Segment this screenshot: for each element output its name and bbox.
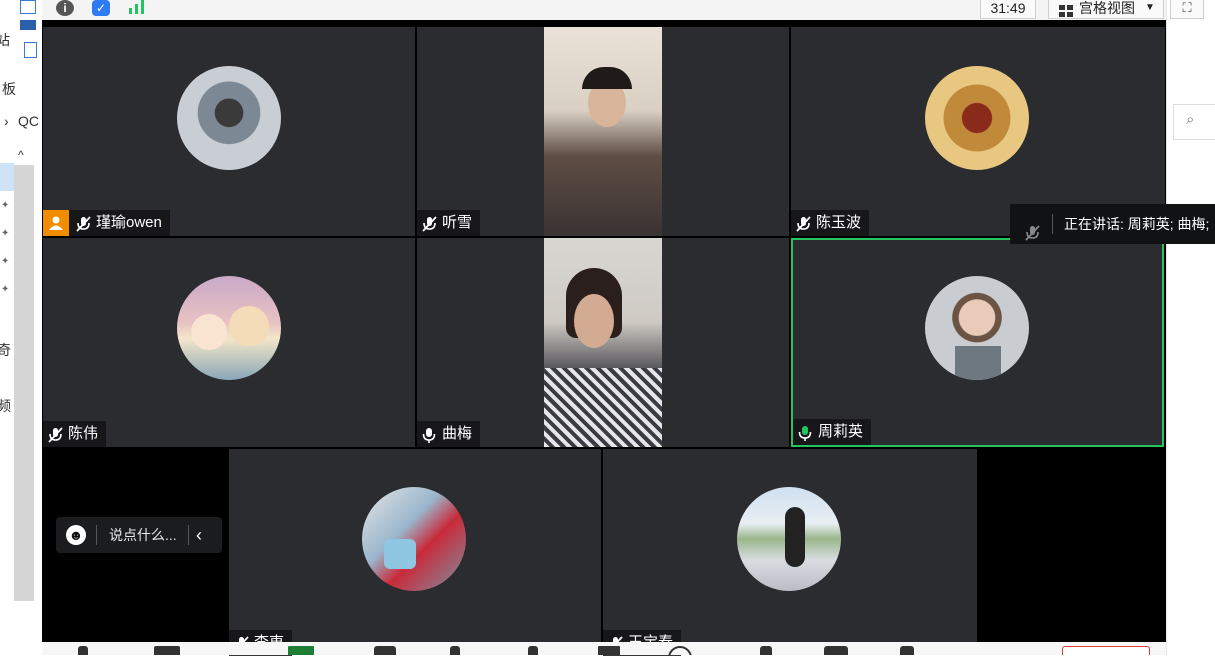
leave-meeting-button[interactable] — [1062, 646, 1150, 655]
participant-avatar — [177, 66, 281, 170]
participant-tile-active-speaker[interactable]: 周莉英 — [791, 238, 1164, 447]
participant-nameplate: 周莉英 — [793, 419, 872, 445]
fullscreen-icon: ⛶ — [1182, 0, 1192, 15]
chevron-down-icon: ▼ — [1145, 2, 1155, 13]
word-icon[interactable] — [20, 20, 36, 30]
security-icon[interactable] — [374, 646, 396, 655]
participant-nameplate: 陈玉波 — [791, 210, 870, 236]
participant-nameplate: 曲梅 — [417, 421, 481, 447]
mic-muted-icon — [795, 215, 811, 232]
bg-text-3: 奇 — [0, 342, 11, 358]
mic-on-icon — [421, 426, 437, 443]
avatar-clothing — [955, 346, 1001, 380]
bg-text-4: 频 — [0, 398, 11, 414]
participant-avatar — [925, 276, 1029, 380]
video-face — [574, 294, 614, 348]
bg-text-1: 站 — [0, 32, 10, 48]
participant-avatar — [177, 276, 281, 380]
signal-strength-icon[interactable] — [128, 0, 146, 14]
avatar-mask — [384, 539, 416, 569]
participant-tile[interactable]: 瑾瑜owen — [43, 27, 415, 236]
search-icon[interactable]: ⌕ — [1186, 111, 1194, 128]
record-icon[interactable] — [668, 646, 692, 655]
fullscreen-button[interactable]: ⛶ — [1170, 0, 1204, 19]
mic-icon[interactable] — [78, 646, 88, 655]
chat-icon[interactable] — [598, 646, 620, 655]
participant-tile[interactable]: 李東 — [229, 449, 601, 656]
participant-name: 周莉英 — [818, 423, 864, 440]
chat-placeholder[interactable]: 说点什么... — [109, 517, 177, 553]
meeting-bottom-toolbar — [42, 642, 1166, 655]
bg-scrollbar[interactable] — [14, 165, 34, 601]
divider — [1052, 214, 1053, 234]
divider — [188, 525, 189, 545]
background-app-right-panel: ⌕ — [1166, 0, 1215, 655]
bg-app-icon[interactable] — [20, 0, 36, 14]
participant-tile[interactable]: 王宝春 — [603, 449, 977, 656]
participant-tile[interactable]: 曲梅 — [417, 238, 789, 447]
host-badge-icon — [43, 210, 69, 236]
camera-icon[interactable] — [154, 646, 180, 655]
search-box[interactable]: ⌕ — [1173, 104, 1215, 140]
chat-input-bar[interactable]: ☻ 说点什么... ‹ — [56, 517, 222, 553]
mic-muted-icon[interactable] — [1024, 216, 1040, 244]
video-scarf — [544, 368, 662, 447]
avatar-cartoon-face — [229, 306, 269, 346]
bg-chevron[interactable]: › — [4, 113, 9, 129]
pin-icon[interactable]: ✦ — [1, 228, 9, 239]
security-shield-icon[interactable]: ✓ — [92, 0, 110, 16]
participant-name: 听雪 — [442, 214, 473, 231]
speaking-indicator: 正在讲话: 周莉英; 曲梅; — [1010, 204, 1215, 244]
participant-avatar — [925, 66, 1029, 170]
participant-video — [544, 27, 662, 236]
apps-icon[interactable] — [760, 646, 772, 655]
participant-tile[interactable]: 听雪 — [417, 27, 789, 236]
divider — [96, 525, 97, 545]
pin-icon[interactable]: ✦ — [1, 200, 9, 211]
participants-icon[interactable] — [450, 646, 460, 655]
view-label: 宫格视图 — [1079, 0, 1135, 16]
avatar-cartoon-face — [191, 314, 227, 350]
participant-avatar — [737, 487, 841, 591]
pin-icon[interactable]: ✦ — [1, 256, 9, 267]
participant-name: 陈玉波 — [816, 214, 862, 231]
participant-nameplate: 陈伟 — [43, 421, 107, 447]
participant-video — [544, 238, 662, 447]
more-icon[interactable] — [900, 646, 914, 655]
pin-icon[interactable]: ✦ — [1, 284, 9, 295]
collapse-chevron-icon[interactable]: ‹ — [196, 517, 202, 553]
speaking-text: 正在讲话: 周莉英; 曲梅; — [1064, 216, 1210, 232]
participant-nameplate: 听雪 — [417, 210, 481, 236]
video-hair — [582, 67, 632, 89]
participant-name: 曲梅 — [442, 425, 473, 442]
participant-nameplate: 瑾瑜owen — [43, 210, 170, 236]
view-switch-button[interactable]: 宫格视图 ▼ — [1048, 0, 1164, 19]
bg-text-2: 板 — [2, 81, 16, 97]
meeting-timer: 31:49 — [980, 0, 1036, 19]
background-app-left-panel: 站 板 › QC ^ ✦ ✦ ✦ ✦ 奇 频 — [0, 0, 42, 655]
participant-tile[interactable]: 陈伟 — [43, 238, 415, 447]
scroll-up-icon[interactable]: ^ — [18, 148, 24, 162]
participant-name: 瑾瑜owen — [96, 214, 162, 231]
document-icon[interactable] — [24, 42, 37, 58]
participant-name: 陈伟 — [68, 425, 99, 442]
invite-icon[interactable] — [528, 646, 538, 655]
avatar-figure — [785, 507, 805, 567]
grid-view-icon — [1059, 3, 1073, 21]
meeting-top-toolbar: i ✓ 31:49 宫格视图 ▼ ⛶ — [42, 0, 1204, 20]
mic-muted-icon — [47, 426, 63, 443]
bg-selected-row[interactable] — [0, 163, 14, 191]
mic-on-icon — [797, 424, 813, 441]
participant-avatar — [362, 487, 466, 591]
emoji-icon[interactable]: ☻ — [66, 525, 86, 545]
bg-text-qc[interactable]: QC — [18, 113, 39, 129]
info-icon[interactable]: i — [56, 0, 74, 16]
settings-icon[interactable] — [824, 646, 848, 655]
mic-muted-icon — [75, 215, 91, 232]
mic-muted-icon — [421, 215, 437, 232]
share-screen-icon[interactable] — [288, 646, 314, 655]
